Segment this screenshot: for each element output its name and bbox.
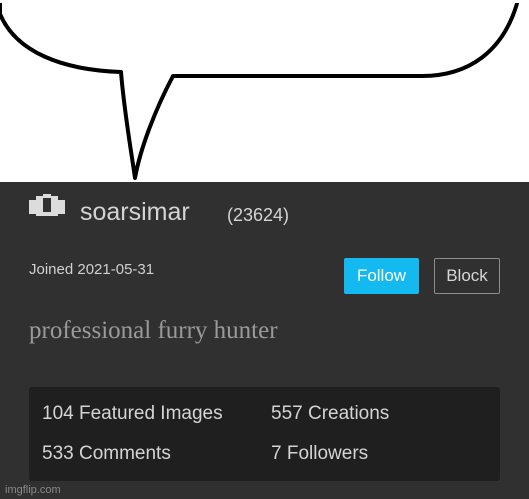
meme-page: soarsimar (23624) Joined 2021-05-31 Foll… [0,0,529,499]
user-profile-panel: soarsimar (23624) Joined 2021-05-31 Foll… [0,182,529,499]
stats-box: 104 Featured Images 557 Creations 533 Co… [29,387,500,481]
joined-date: Joined 2021-05-31 [29,261,155,278]
followers-link[interactable]: 7 Followers [271,442,368,466]
username[interactable]: soarsimar [80,196,190,228]
speech-bubble [0,0,529,180]
comments-link[interactable]: 533 Comments [42,442,171,466]
follow-button[interactable]: Follow [344,258,419,294]
user-bio: professional furry hunter [29,317,278,344]
creations-link[interactable]: 557 Creations [271,402,389,426]
imgflip-watermark: imgflip.com [5,484,61,496]
pixel-avatar-icon [29,194,65,216]
featured-images-link[interactable]: 104 Featured Images [42,402,223,426]
user-points: (23624) [227,205,290,225]
block-button[interactable]: Block [434,258,500,294]
